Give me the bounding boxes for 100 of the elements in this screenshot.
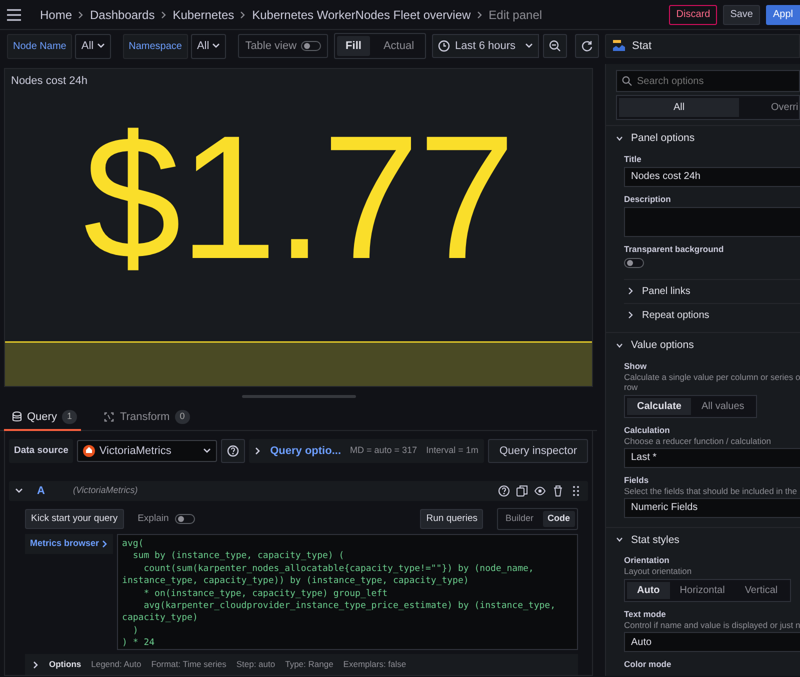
variable-select[interactable]: All (75, 34, 111, 58)
visualization-picker[interactable]: Stat (605, 34, 800, 58)
breadcrumb-link[interactable]: Edit panel (488, 6, 542, 24)
run-queries-button[interactable]: Run queries (420, 508, 484, 530)
code-editor[interactable]: avg( sum by (instance_type, capacity_type) ( count(sum(karpenter_nodes_allocatable{capacity_type!=""}) by (node_name, instance_type, capacity_type)) by (instance_type, capacity_type) * on(instance_type, capacity_type) group_left avg(karpenter_cloudprovider_instance_type_price_estimate) by (instance_type, capacity_type) ) ) * 24 (117, 534, 578, 650)
input-field[interactable]: Auto (624, 632, 800, 652)
chevron-down-icon (203, 448, 212, 454)
search-options-field[interactable]: Search options (616, 70, 800, 92)
input-field[interactable]: Nodes cost 24h (624, 166, 800, 187)
query-options-row[interactable]: Options Legend: Auto Format: Time series Step: auto Type: Range Exemplars: false (25, 654, 578, 675)
radio-option[interactable]: Vertical (734, 582, 788, 600)
save-button[interactable]: Save (723, 4, 760, 24)
field-description: Calculate a single value per column or series o row (624, 372, 800, 392)
trash-icon[interactable] (552, 485, 564, 497)
help-button[interactable] (221, 439, 246, 463)
interval-text: Interval = 1m (426, 444, 478, 458)
refresh-icon (580, 40, 593, 52)
query-ref-id: A (37, 484, 45, 499)
search-icon (622, 76, 632, 86)
kick-start-button[interactable]: Kick start your query (25, 508, 124, 530)
field-label: Title (624, 154, 642, 165)
chevron-right-icon (102, 540, 108, 548)
breadcrumb-link[interactable]: Home (40, 6, 72, 24)
collapsible-header[interactable]: Panel links (624, 278, 800, 299)
help-icon (227, 445, 240, 457)
clock-icon (438, 40, 450, 52)
query-data-source: (VictoriaMetrics) (72, 484, 138, 498)
variable-select[interactable]: All (190, 34, 226, 58)
transform-icon (102, 411, 115, 423)
input-field[interactable]: Last * (624, 448, 800, 468)
section-header[interactable]: Stat styles (616, 532, 800, 548)
options-tab[interactable]: All (619, 98, 739, 117)
metrics-browser-button[interactable]: Metrics browser (25, 534, 114, 554)
radio-option[interactable]: Auto (627, 582, 670, 600)
option-summary: Step: auto (236, 658, 276, 671)
field-label: Show (624, 360, 648, 372)
zoom-out-button[interactable] (542, 34, 567, 58)
field-description: Select the fields that should be included in the (624, 486, 798, 496)
resize-handle[interactable] (242, 394, 356, 398)
query-inspector-button[interactable]: Query inspector (488, 439, 588, 463)
input-field[interactable]: Numeric Fields (624, 498, 800, 518)
chevron-down-icon (524, 43, 533, 49)
option-summary: Format: Time series (151, 658, 226, 671)
chevron-down-icon[interactable] (15, 487, 23, 495)
chevron-right-icon (160, 10, 167, 18)
field-description: Layout orientation (624, 566, 693, 576)
chevron-right-icon (78, 10, 84, 18)
copy-icon[interactable] (516, 485, 528, 497)
panel-title: Nodes cost 24h (10, 74, 88, 89)
table-view-toggle[interactable]: Table view (238, 34, 328, 58)
data-source-label: Data source (9, 438, 74, 464)
size-mode-option[interactable]: Fill (336, 36, 370, 56)
database-icon (12, 411, 22, 423)
field-label: Description (624, 194, 672, 205)
discard-button[interactable]: Discard (669, 4, 718, 24)
breadcrumb-link[interactable]: Dashboards (90, 6, 155, 24)
apply-button[interactable]: Appl (766, 4, 800, 24)
query-tab[interactable]: Transform 0 (98, 405, 194, 431)
editor-mode-option[interactable]: Builder (500, 511, 538, 527)
option-summary: Exemplars: false (343, 658, 406, 671)
count-badge: 1 (62, 410, 77, 424)
radio-option[interactable]: Calculate (627, 398, 692, 414)
section-header[interactable]: Value options (616, 338, 800, 354)
stat-chart-icon (612, 40, 626, 52)
chevron-down-icon (212, 43, 220, 49)
breadcrumb-link[interactable]: Kubernetes WorkerNodes Fleet overview (252, 6, 471, 24)
breadcrumb-link[interactable]: Kubernetes (172, 6, 234, 24)
editor-mode-option[interactable]: Code (542, 511, 575, 527)
max-data-points-text: MD = auto = 317 (350, 444, 418, 458)
option-summary: Legend: Auto (91, 658, 142, 671)
chevron-right-icon (240, 10, 246, 18)
field-label: Fields (624, 474, 650, 486)
query-options-link[interactable]: Query optio... (270, 442, 342, 460)
section-header[interactable]: Panel options (616, 131, 800, 147)
eye-icon[interactable] (534, 485, 546, 497)
field-label: Orientation (624, 555, 670, 566)
stat-value: $1.77 (83, 110, 514, 286)
refresh-button[interactable] (574, 34, 599, 58)
data-source-select[interactable]: VictoriaMetrics (77, 440, 218, 462)
chevron-down-icon (96, 43, 105, 49)
help-icon[interactable] (498, 485, 510, 497)
data-source-logo-icon (83, 445, 96, 457)
variable-label: Node Name (7, 34, 72, 58)
explain-toggle[interactable]: Explain (138, 512, 195, 526)
field-description: Control if name and value is displayed or just n (624, 620, 800, 630)
field-label: Transparent background (624, 244, 725, 255)
radio-option[interactable]: All values (691, 398, 754, 414)
field-label: Calculation (624, 424, 671, 436)
zoom-out-icon (548, 40, 561, 52)
drag-handle-icon[interactable] (570, 485, 582, 497)
size-mode-option[interactable]: Actual (374, 36, 424, 56)
radio-option[interactable]: Horizontal (670, 582, 735, 600)
field-label: Text mode (624, 609, 667, 620)
toggle-switch[interactable] (624, 258, 644, 268)
variable-label: Namespace (122, 34, 188, 58)
options-tab[interactable]: Overri (739, 98, 798, 117)
collapsible-header[interactable]: Repeat options (624, 302, 800, 323)
option-summary: Type: Range (285, 658, 334, 671)
menu-icon[interactable] (6, 8, 22, 20)
time-range-picker[interactable]: Last 6 hours (432, 34, 539, 58)
